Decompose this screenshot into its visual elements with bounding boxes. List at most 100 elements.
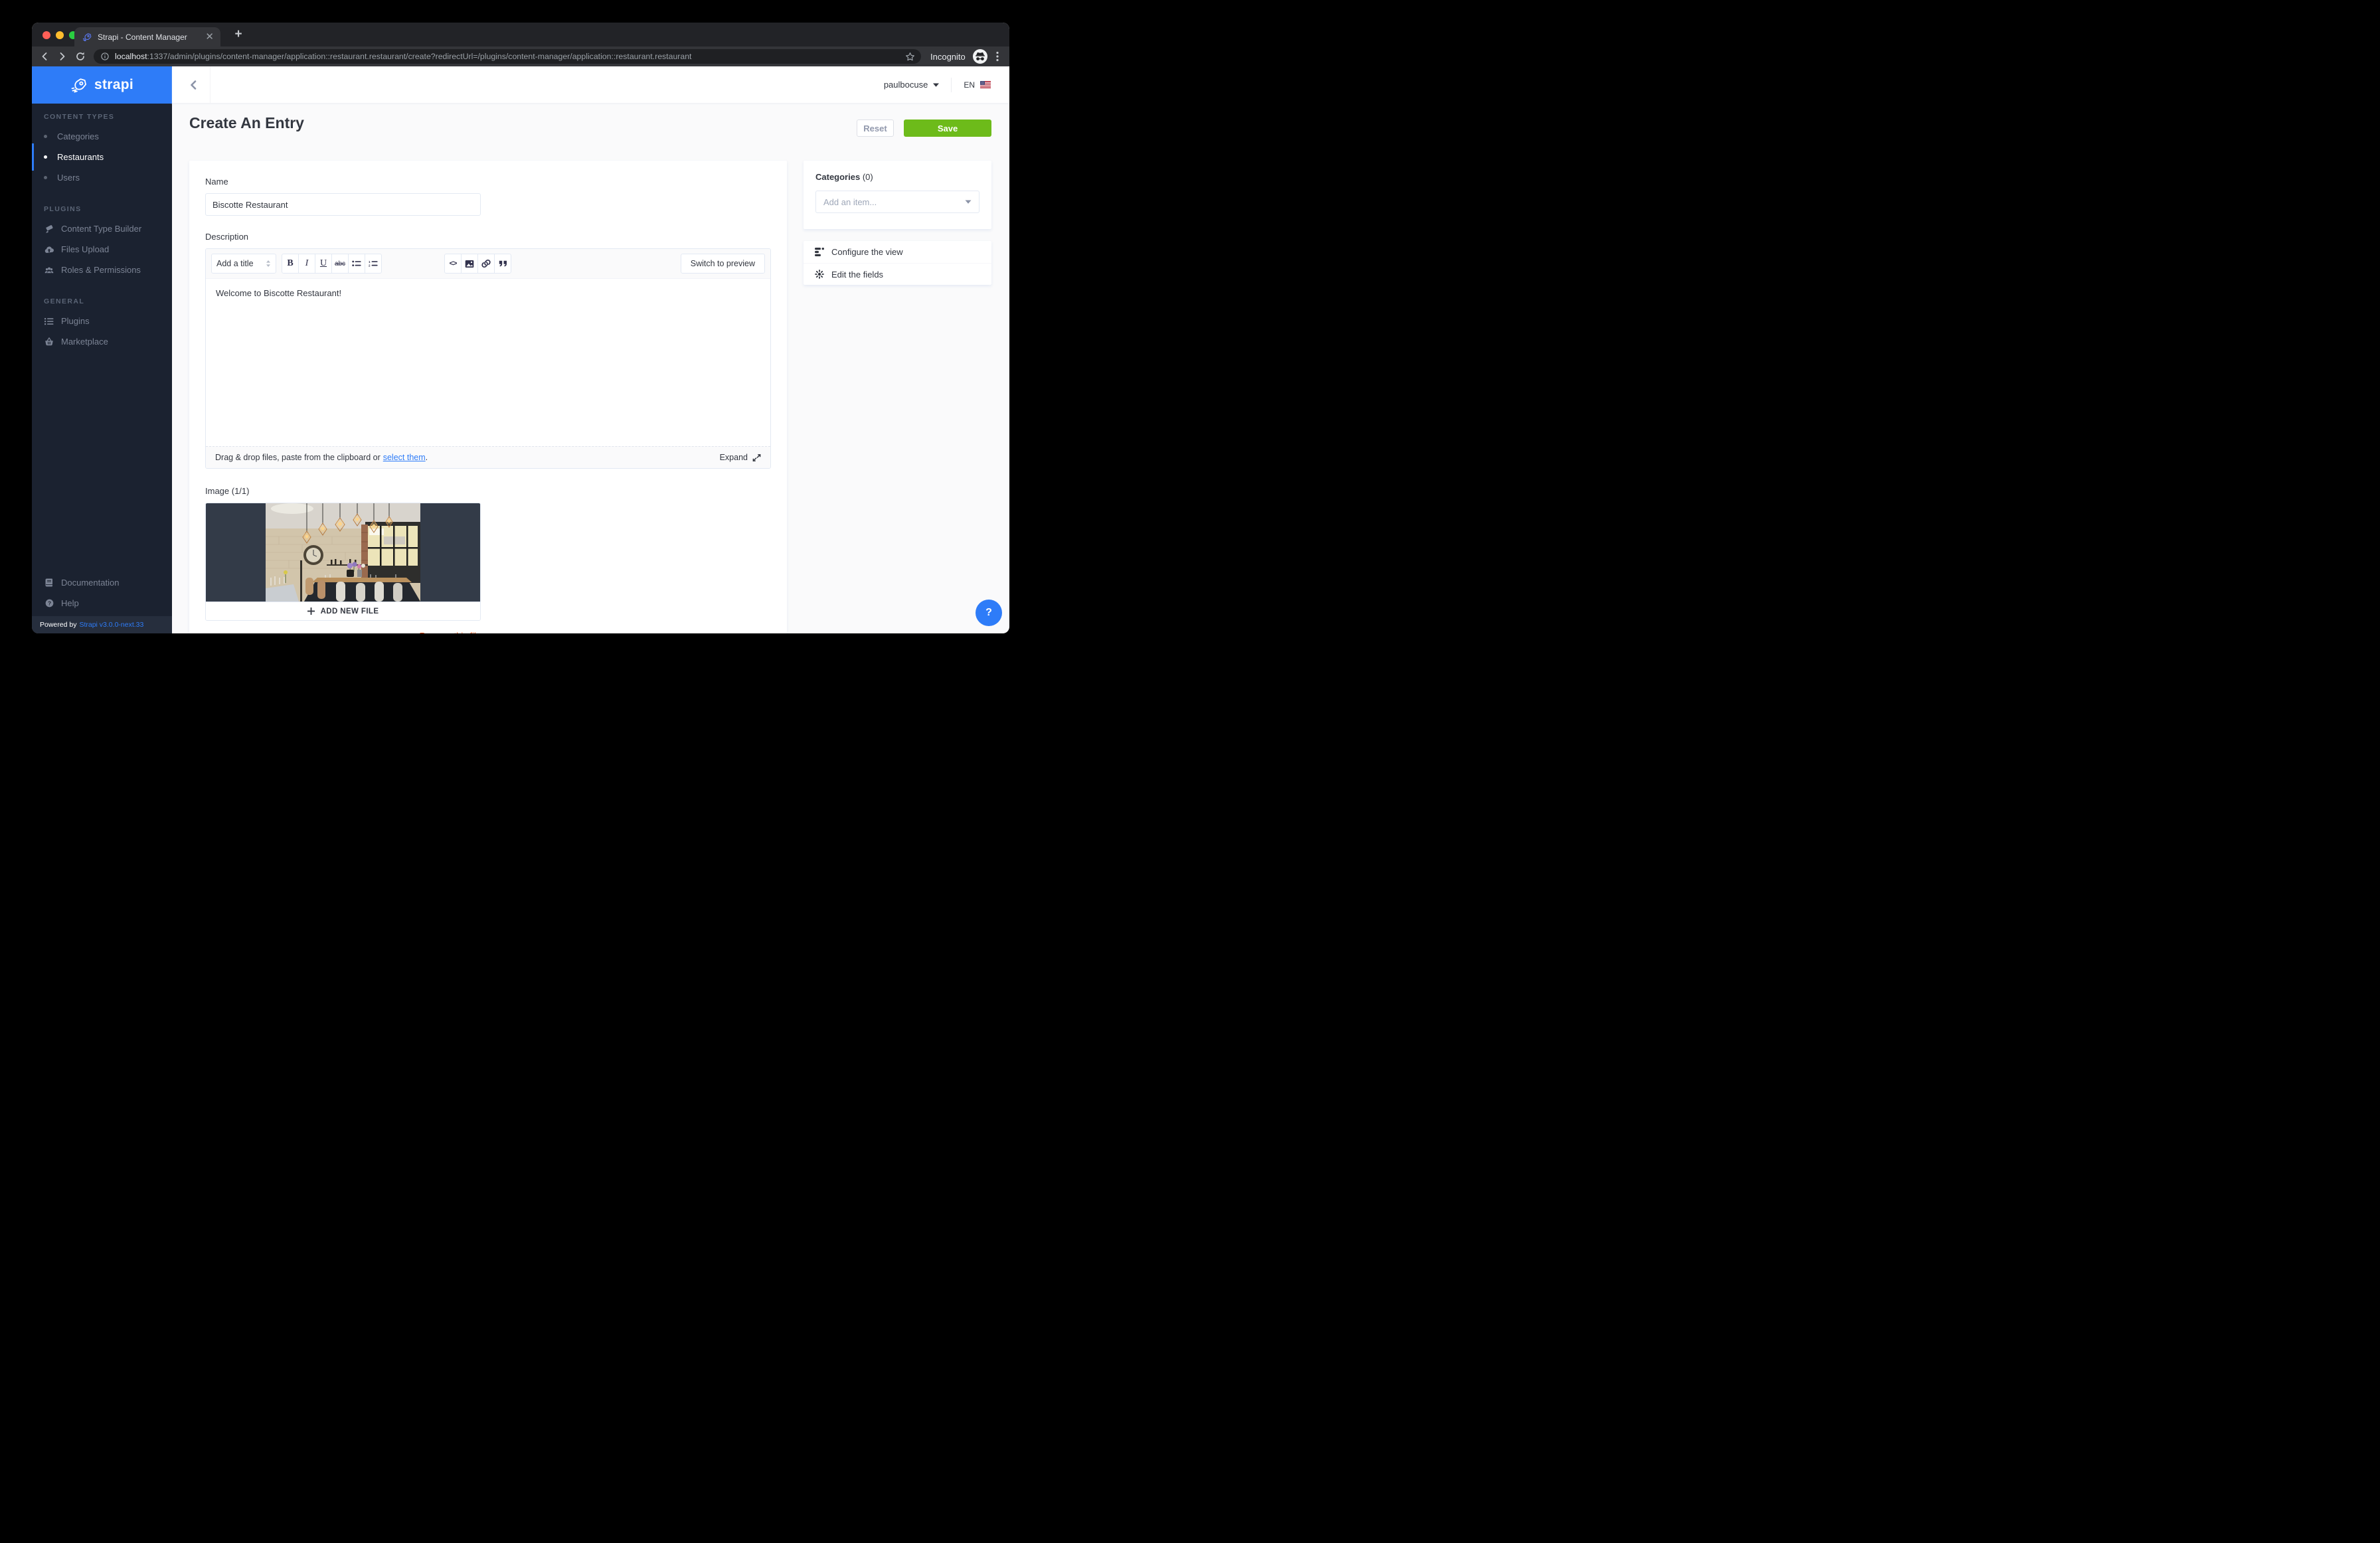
sidebar-item-label: Plugins — [61, 316, 90, 326]
unordered-list-button[interactable] — [348, 254, 365, 274]
section-title-plugins: PLUGINS — [44, 205, 172, 213]
strapi-favicon-icon — [82, 33, 92, 42]
incognito-label: Incognito — [930, 52, 966, 62]
section-title-content-types: CONTENT TYPES — [44, 113, 172, 121]
reload-button[interactable] — [75, 51, 86, 62]
strapi-version-link[interactable]: Strapi v3.0.0-next.33 — [79, 621, 143, 629]
svg-text:?: ? — [47, 600, 50, 606]
new-tab-button[interactable]: + — [230, 26, 247, 43]
configure-view-link[interactable]: Configure the view — [804, 241, 991, 263]
unordered-list-icon — [352, 260, 361, 267]
username: paulbocuse — [884, 80, 928, 90]
italic-button[interactable]: I — [298, 254, 315, 274]
sidebar-item-plugins[interactable]: Plugins — [32, 311, 172, 331]
forward-button[interactable] — [57, 51, 68, 62]
us-flag-icon — [980, 81, 991, 88]
insert-image-button[interactable] — [461, 254, 478, 274]
sidebar-item-users[interactable]: Users — [32, 167, 172, 188]
name-label: Name — [205, 177, 771, 187]
rich-text-editor: Add a title B I U abc — [205, 248, 771, 469]
sidebar-item-help[interactable]: ? Help — [32, 593, 172, 613]
list-icon — [44, 317, 54, 325]
drag-drop-suffix: . — [426, 453, 428, 462]
code-button[interactable]: <> — [444, 254, 462, 274]
back-button[interactable] — [39, 51, 50, 62]
main-content: Create An Entry Reset Save Name Descript… — [172, 104, 1009, 633]
strikethrough-icon: abc — [335, 260, 345, 268]
name-input[interactable] — [205, 193, 481, 216]
sidebar-footer: Powered by Strapi v3.0.0-next.33 — [32, 616, 172, 633]
select-them-link[interactable]: select them — [383, 453, 426, 462]
editor-textarea[interactable]: Welcome to Biscotte Restaurant! — [206, 279, 770, 446]
sidebar-bottom-links: Documentation ? Help — [32, 572, 172, 613]
shopping-basket-icon — [44, 337, 54, 346]
add-new-file-button[interactable]: ADD NEW FILE — [206, 602, 480, 620]
sidebar-item-documentation[interactable]: Documentation — [32, 572, 172, 593]
url-path: :1337/admin/plugins/content-manager/appl… — [147, 52, 692, 61]
sidebar-item-files-upload[interactable]: Files Upload — [32, 239, 172, 260]
sidebar-item-content-type-builder[interactable]: Content Type Builder — [32, 218, 172, 239]
description-label: Description — [205, 232, 771, 242]
save-button[interactable]: Save — [904, 120, 991, 137]
browser-menu-button[interactable] — [996, 51, 999, 62]
image-label: Image (1/1) — [205, 486, 771, 496]
paint-brush-icon — [44, 224, 54, 233]
bookmark-star-icon[interactable] — [905, 52, 915, 62]
edit-fields-link[interactable]: Edit the fields — [804, 263, 991, 285]
browser-tab[interactable]: Strapi - Content Manager ✕ — [74, 27, 220, 46]
image-icon — [465, 260, 474, 268]
window-close-button[interactable] — [42, 31, 50, 39]
section-title-general: GENERAL — [44, 297, 172, 305]
chevron-down-icon — [965, 200, 972, 204]
header-divider — [210, 66, 211, 103]
site-info-icon[interactable] — [100, 52, 110, 61]
title-style-select[interactable]: Add a title — [211, 254, 276, 274]
close-tab-button[interactable]: ✕ — [205, 32, 214, 42]
powered-by-label: Powered by — [40, 621, 76, 629]
editor-footer: Drag & drop files, paste from the clipbo… — [206, 446, 770, 468]
locale-switcher[interactable]: EN — [964, 80, 991, 90]
edit-fields-label: Edit the fields — [831, 270, 883, 280]
sidebar-item-restaurants[interactable]: Restaurants — [32, 147, 172, 167]
insert-link-button[interactable] — [477, 254, 495, 274]
users-icon — [44, 266, 54, 274]
reset-button[interactable]: Reset — [857, 120, 894, 137]
chevron-down-icon — [933, 83, 939, 87]
blockquote-button[interactable] — [494, 254, 511, 274]
left-sidebar: strapi CONTENT TYPES Categories Restaura… — [32, 66, 172, 633]
incognito-badge-icon — [972, 48, 988, 64]
ordered-list-button[interactable]: 12 — [365, 254, 382, 274]
strikethrough-button[interactable]: abc — [331, 254, 349, 274]
add-category-select[interactable]: Add an item... — [815, 191, 979, 213]
switch-to-preview-button[interactable]: Switch to preview — [681, 254, 765, 274]
browser-window: Strapi - Content Manager ✕ + localhost:1… — [32, 23, 1009, 633]
add-file-label: ADD NEW FILE — [321, 608, 379, 615]
strapi-rocket-icon — [70, 78, 88, 93]
expand-button[interactable]: Expand — [720, 453, 761, 462]
help-button[interactable]: ? — [976, 600, 1002, 626]
bold-button[interactable]: B — [282, 254, 299, 274]
strapi-logo[interactable]: strapi — [32, 66, 172, 104]
title-select-value: Add a title — [216, 259, 254, 268]
browser-toolbar: localhost:1337/admin/plugins/content-man… — [32, 46, 1009, 66]
header-divider — [951, 78, 952, 92]
right-panel: Categories (0) Add an item... Configure … — [804, 161, 991, 285]
editor-toolbar: Add a title B I U abc — [206, 249, 770, 279]
sidebar-item-label: Content Type Builder — [61, 224, 141, 234]
url-bar[interactable]: localhost:1337/admin/plugins/content-man… — [94, 49, 921, 64]
user-menu[interactable]: paulbocuse — [884, 80, 940, 90]
window-minimize-button[interactable] — [56, 31, 64, 39]
image-preview — [206, 503, 480, 602]
remove-file-link[interactable]: Remove this file — [420, 631, 481, 633]
strapi-admin: strapi CONTENT TYPES Categories Restaura… — [32, 66, 1009, 633]
sidebar-item-marketplace[interactable]: Marketplace — [32, 331, 172, 352]
back-chevron-button[interactable] — [184, 76, 203, 94]
select-placeholder: Add an item... — [823, 197, 877, 207]
sidebar-item-roles-permissions[interactable]: Roles & Permissions — [32, 260, 172, 280]
image-upload-card: ADD NEW FILE — [205, 503, 481, 621]
cloud-upload-icon — [44, 246, 54, 254]
sidebar-item-categories[interactable]: Categories — [32, 126, 172, 147]
sidebar-item-label: Roles & Permissions — [61, 265, 141, 275]
expand-icon — [752, 453, 761, 462]
underline-button[interactable]: U — [315, 254, 332, 274]
